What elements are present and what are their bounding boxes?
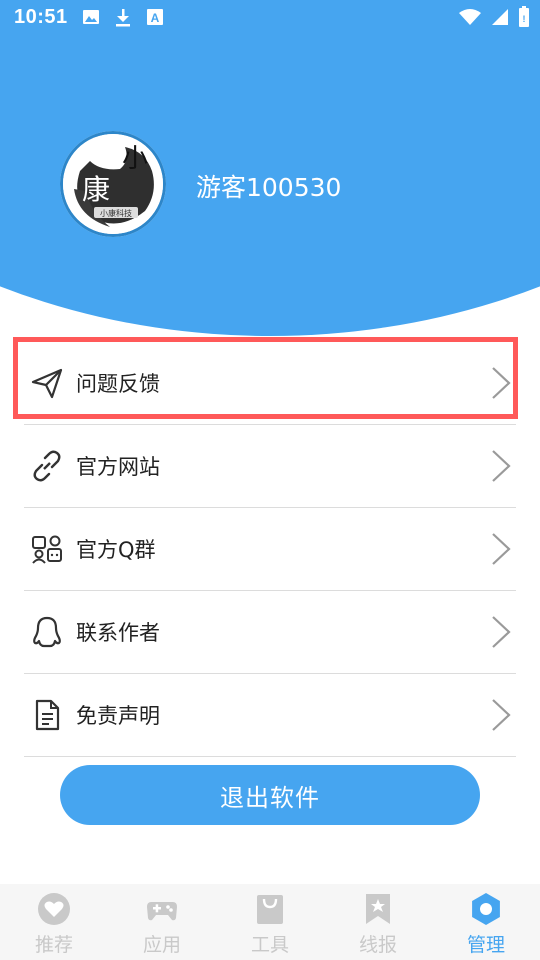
tab-tools[interactable]: 工具 — [216, 884, 324, 960]
app-a-icon: A — [147, 9, 163, 25]
menu-item-qq-group[interactable]: 官方Q群 — [24, 508, 516, 591]
chevron-right-icon — [492, 367, 511, 399]
battery-icon: ! — [519, 6, 529, 27]
tab-deals[interactable]: 线报 — [324, 884, 432, 960]
status-bar: 10:51 A ! — [0, 0, 540, 36]
menu-item-label: 免责声明 — [76, 704, 160, 728]
svg-text:!: ! — [523, 14, 526, 24]
menu-item-disclaimer[interactable]: 免责声明 — [24, 674, 516, 757]
chevron-right-icon — [492, 533, 511, 565]
tab-label: 工具 — [250, 934, 289, 956]
svg-text:A: A — [151, 11, 160, 25]
gear-icon — [472, 893, 500, 925]
tab-label: 线报 — [358, 934, 397, 956]
chevron-right-icon — [492, 616, 511, 648]
tab-manage[interactable]: 管理 — [432, 884, 540, 960]
menu-item-label: 联系作者 — [76, 621, 160, 645]
paper-plane-icon — [31, 368, 63, 399]
bag-icon — [257, 895, 283, 924]
group-icon — [32, 535, 62, 564]
image-notification-icon — [83, 10, 99, 24]
logout-button[interactable]: 退出软件 — [60, 765, 480, 825]
chevron-right-icon — [492, 450, 511, 482]
avatar-logo-icon: 小 康 小康科技 — [63, 134, 163, 234]
settings-menu: 问题反馈 官方网站 官方Q群 联系作者 免责声明 — [24, 342, 516, 757]
link-icon — [33, 450, 61, 482]
menu-item-label: 官方Q群 — [76, 538, 156, 562]
avatar-text-1: 小 — [122, 144, 148, 174]
menu-item-website[interactable]: 官方网站 — [24, 425, 516, 508]
tab-label: 管理 — [466, 934, 505, 956]
menu-item-contact-author[interactable]: 联系作者 — [24, 591, 516, 674]
bookmark-icon — [366, 894, 390, 924]
avatar-text-2: 康 — [82, 173, 110, 206]
tab-label: 推荐 — [34, 934, 73, 956]
heart-icon — [38, 893, 70, 925]
document-icon — [35, 699, 60, 731]
bottom-tab-bar: 推荐 应用 工具 线报 管理 — [0, 884, 540, 960]
qq-icon — [33, 616, 61, 648]
menu-item-label: 问题反馈 — [76, 372, 160, 396]
tab-label: 应用 — [142, 934, 181, 956]
download-icon — [116, 9, 130, 27]
avatar[interactable]: 小 康 小康科技 — [60, 131, 166, 237]
profile-header: 10:51 A ! 小 康 小康科技 游客100530 — [0, 0, 540, 340]
menu-item-label: 官方网站 — [76, 455, 160, 479]
avatar-caption: 小康科技 — [100, 208, 132, 218]
username: 游客100530 — [196, 173, 342, 202]
status-time: 10:51 — [14, 6, 68, 28]
signal-icon — [492, 9, 508, 25]
wifi-icon — [459, 9, 481, 25]
gamepad-icon — [147, 902, 177, 921]
menu-item-feedback[interactable]: 问题反馈 — [24, 342, 516, 425]
chevron-right-icon — [492, 699, 511, 731]
tab-apps[interactable]: 应用 — [108, 884, 216, 960]
tab-recommend[interactable]: 推荐 — [0, 884, 108, 960]
